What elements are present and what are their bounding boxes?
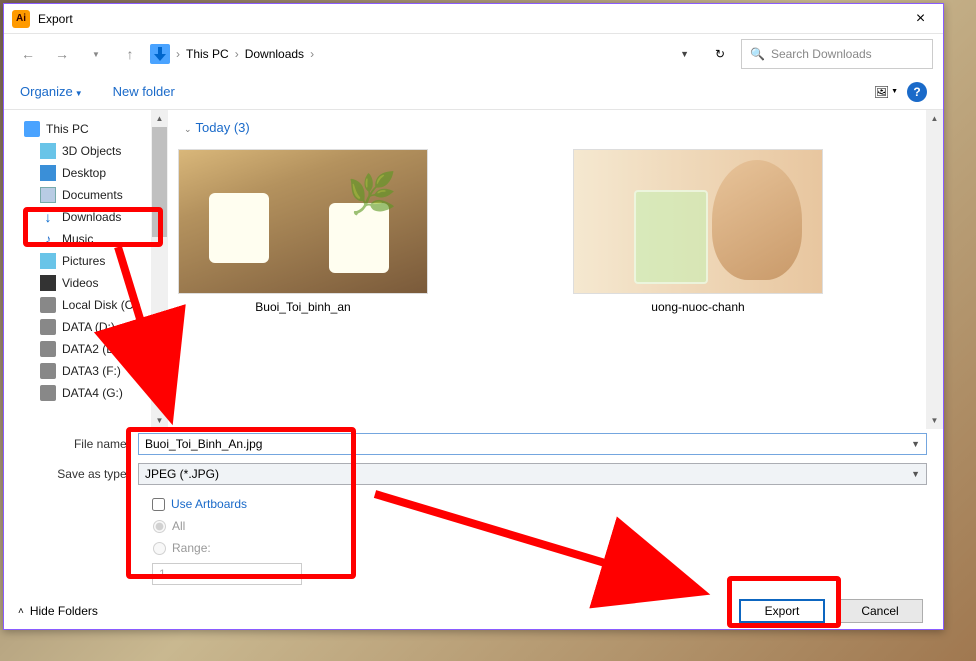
content-scrollbar[interactable]: ▲ ▼ [926,110,943,429]
export-button[interactable]: Export [739,599,825,623]
up-button[interactable]: ↑ [116,40,144,68]
search-placeholder: Search Downloads [771,47,872,61]
computer-icon [24,121,40,137]
disk-icon [40,385,56,401]
tree-item-documents[interactable]: Documents [4,184,168,206]
saveastype-label: Save as type: [20,467,130,481]
tree-item-3dobjects[interactable]: 3D Objects [4,140,168,162]
tree-item-localdisk-c[interactable]: Local Disk (C:) [4,294,168,316]
tree-item-videos[interactable]: Videos [4,272,168,294]
tree-item-data3-f[interactable]: DATA3 (F:) [4,360,168,382]
pictures-icon [40,253,56,269]
new-folder-button[interactable]: New folder [113,84,175,99]
dialog-actions: ˄ Hide Folders Export Cancel [4,593,943,629]
scroll-up-icon[interactable]: ▲ [926,110,943,127]
breadcrumb-folder[interactable]: Downloads [245,47,304,61]
file-item[interactable]: Buoi_Toi_binh_an [178,149,428,314]
export-dialog: Ai Export × ← → ▼ ↑ › This PC › Download… [3,3,944,630]
tree-item-data2-e[interactable]: DATA2 (E:) [4,338,168,360]
saveastype-select[interactable]: JPEG (*.JPG) ▼ [138,463,927,485]
titlebar: Ai Export × [4,4,943,34]
file-item[interactable]: uong-nuoc-chanh [573,149,823,314]
chevron-right-icon: › [176,47,180,61]
scroll-up-icon[interactable]: ▲ [151,110,168,127]
file-label: uong-nuoc-chanh [651,300,744,314]
disk-icon [40,319,56,335]
tree-item-data-d[interactable]: DATA (D:) [4,316,168,338]
artboards-range-radio[interactable]: Range: [152,541,211,555]
folder-tree[interactable]: This PC 3D Objects Desktop Documents Dow… [4,110,168,429]
artboards-all-radio[interactable]: All [152,519,185,533]
cancel-button[interactable]: Cancel [837,599,923,623]
chevron-up-icon: ˄ [18,606,24,617]
group-header[interactable]: ⌄Today (3) [168,110,943,139]
window-title: Export [38,12,898,26]
organize-menu[interactable]: Organize▼ [20,84,83,99]
tree-item-desktop[interactable]: Desktop [4,162,168,184]
refresh-button[interactable]: ↻ [705,39,735,69]
forward-button[interactable]: → [48,40,76,68]
music-icon [40,231,56,247]
dialog-body: This PC 3D Objects Desktop Documents Dow… [4,110,943,429]
video-icon [40,275,56,291]
tree-item-pictures[interactable]: Pictures [4,250,168,272]
chevron-right-icon: › [235,47,239,61]
thumbnail-image [573,149,823,294]
filename-label: File name: [20,437,130,451]
desktop-icon [40,165,56,181]
bottom-panel: File name: Buoi_Toi_Binh_An.jpg ▼ Save a… [4,429,943,629]
cube-icon [40,143,56,159]
chevron-down-icon[interactable]: ▼ [911,439,920,449]
tree-scrollbar[interactable]: ▲ ▼ [151,110,168,429]
artboards-range-input[interactable]: 1 [152,563,302,585]
scroll-down-icon[interactable]: ▼ [151,412,168,429]
thumbnail-image [178,149,428,294]
breadcrumb-pc[interactable]: This PC [186,47,229,61]
chevron-right-icon: › [310,47,314,61]
history-dropdown[interactable]: ▼ [82,40,110,68]
document-icon [40,187,56,203]
close-button[interactable]: × [898,4,943,34]
tree-item-music[interactable]: Music [4,228,168,250]
download-icon [40,209,56,225]
chevron-down-icon: ▼ [75,89,83,98]
breadcrumb[interactable]: › This PC › Downloads › [176,47,674,61]
filename-input[interactable]: Buoi_Toi_Binh_An.jpg ▼ [138,433,927,455]
chevron-down-icon: ⌄ [184,124,192,134]
tree-item-thispc[interactable]: This PC [4,118,168,140]
location-bar: ← → ▼ ↑ › This PC › Downloads › ▼ ↻ 🔍 Se… [4,34,943,74]
tree-item-data4-g[interactable]: DATA4 (G:) [4,382,168,404]
tree-item-downloads[interactable]: Downloads [4,206,168,228]
back-button[interactable]: ← [14,40,42,68]
artboard-options: Use Artboards All Range: 1 [4,489,943,593]
use-artboards-checkbox[interactable]: Use Artboards [152,497,247,511]
disk-icon [40,341,56,357]
search-input[interactable]: 🔍 Search Downloads [741,39,933,69]
command-bar: Organize▼ New folder 🖼 ▼ ? [4,74,943,110]
disk-icon [40,363,56,379]
view-menu[interactable]: 🖼 ▼ [875,83,897,101]
search-icon: 🔍 [750,47,765,61]
app-icon: Ai [12,10,30,28]
disk-icon [40,297,56,313]
chevron-down-icon[interactable]: ▼ [911,469,920,479]
hide-folders-toggle[interactable]: ˄ Hide Folders [18,604,98,618]
file-list[interactable]: ⌄Today (3) Buoi_Toi_binh_an uong-nuoc-ch… [168,110,943,429]
help-button[interactable]: ? [907,82,927,102]
scroll-down-icon[interactable]: ▼ [926,412,943,429]
folder-icon [150,44,170,64]
location-dropdown[interactable]: ▼ [680,49,689,59]
file-label: Buoi_Toi_binh_an [255,300,350,314]
